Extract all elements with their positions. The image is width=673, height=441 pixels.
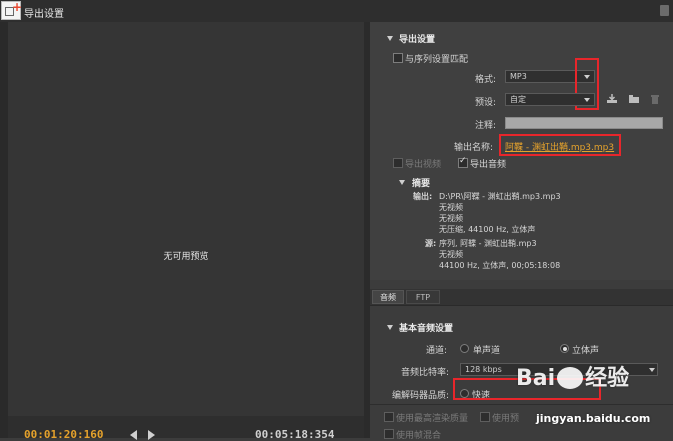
delete-preset-icon[interactable] bbox=[650, 94, 660, 105]
channels-label: 通道: bbox=[426, 346, 448, 356]
highlight-output-name bbox=[499, 134, 621, 156]
import-preset-icon[interactable] bbox=[628, 94, 640, 104]
summary-source-line: 44100 Hz, 立体声, 00;05:18:08 bbox=[439, 261, 561, 270]
collapse-export-settings-icon[interactable] bbox=[387, 36, 393, 41]
frame-blend-label: 使用帧混合 bbox=[396, 431, 442, 441]
output-name-label: 输出名称: bbox=[454, 143, 494, 153]
format-label: 格式: bbox=[475, 75, 497, 85]
summary-source-label: 源: bbox=[425, 239, 437, 248]
out-point-icon[interactable] bbox=[148, 430, 155, 440]
preset-dropdown[interactable]: 自定 bbox=[505, 93, 595, 106]
summary-source-line: 序列, 阿鞢 - 渊虹出鞘.mp3 bbox=[439, 239, 537, 248]
stereo-label: 立体声 bbox=[572, 346, 600, 356]
left-edge bbox=[0, 22, 8, 438]
use-preview-checkbox[interactable] bbox=[480, 412, 490, 422]
watermark-logo-text2: 经验 bbox=[585, 366, 630, 391]
window-title: 导出设置 bbox=[24, 9, 64, 20]
summary-output-label: 输出: bbox=[413, 192, 433, 201]
audio-settings-header: 基本音频设置 bbox=[399, 324, 454, 334]
max-render-quality-label: 使用最高渲染质量 bbox=[396, 414, 469, 424]
preset-label: 预设: bbox=[475, 98, 497, 108]
export-video-label: 导出视频 bbox=[405, 160, 442, 170]
app-icon: + bbox=[1, 0, 22, 20]
summary-output-line: D:\PR\阿鞢 - 渊虹出鞘.mp3.mp3 bbox=[439, 192, 561, 201]
use-preview-label: 使用预 bbox=[492, 414, 520, 424]
collapse-summary-icon[interactable] bbox=[399, 180, 405, 185]
watermark-logo: Bai 经验 bbox=[516, 360, 629, 392]
collapse-audio-settings-icon[interactable] bbox=[387, 325, 393, 330]
summary-output-line: 无视频 bbox=[439, 214, 463, 223]
tab-ftp[interactable]: FTP bbox=[406, 290, 440, 304]
export-audio-checkbox[interactable]: ✓ bbox=[458, 156, 468, 168]
bitrate-label: 音频比特率: bbox=[401, 368, 450, 378]
summary-output-line: 无视频 bbox=[439, 203, 463, 212]
preset-chevron-down-icon[interactable] bbox=[584, 98, 590, 102]
mono-radio[interactable] bbox=[460, 344, 469, 353]
mono-label: 单声道 bbox=[473, 346, 501, 356]
close-icon[interactable] bbox=[660, 5, 669, 16]
summary-output-line: 无压缩, 44100 Hz, 立体声 bbox=[439, 225, 536, 234]
title-bar bbox=[0, 0, 673, 23]
export-video-checkbox[interactable] bbox=[393, 158, 403, 168]
comment-label: 注释: bbox=[475, 121, 497, 131]
stereo-radio[interactable] bbox=[560, 344, 569, 353]
save-preset-icon[interactable] bbox=[606, 94, 618, 104]
preview-area bbox=[8, 22, 364, 416]
watermark-logo-text: Bai bbox=[516, 366, 556, 391]
summary-source-line: 无视频 bbox=[439, 250, 463, 259]
summary-header: 摘要 bbox=[412, 179, 431, 189]
bitrate-chevron-down-icon[interactable] bbox=[649, 368, 655, 372]
preview-message: 无可用预览 bbox=[163, 252, 209, 262]
timecode-out[interactable]: 00:05:18:354 bbox=[255, 428, 334, 441]
match-sequence-label: 与序列设置匹配 bbox=[405, 55, 469, 65]
max-render-quality-checkbox[interactable] bbox=[384, 412, 394, 422]
match-sequence-checkbox[interactable] bbox=[393, 53, 403, 63]
tab-audio[interactable]: 音频 bbox=[372, 290, 404, 304]
in-point-icon[interactable] bbox=[130, 430, 137, 440]
paw-icon bbox=[557, 367, 584, 389]
export-settings-header: 导出设置 bbox=[399, 35, 436, 45]
export-audio-label: 导出音频 bbox=[470, 160, 507, 170]
codec-quality-label: 编解码器品质: bbox=[392, 391, 450, 401]
watermark-url: jingyan.baidu.com bbox=[536, 412, 651, 425]
bottom-separator bbox=[370, 404, 673, 405]
comment-input[interactable] bbox=[505, 117, 663, 129]
timecode-in[interactable]: 00:01:20:160 bbox=[24, 428, 103, 441]
